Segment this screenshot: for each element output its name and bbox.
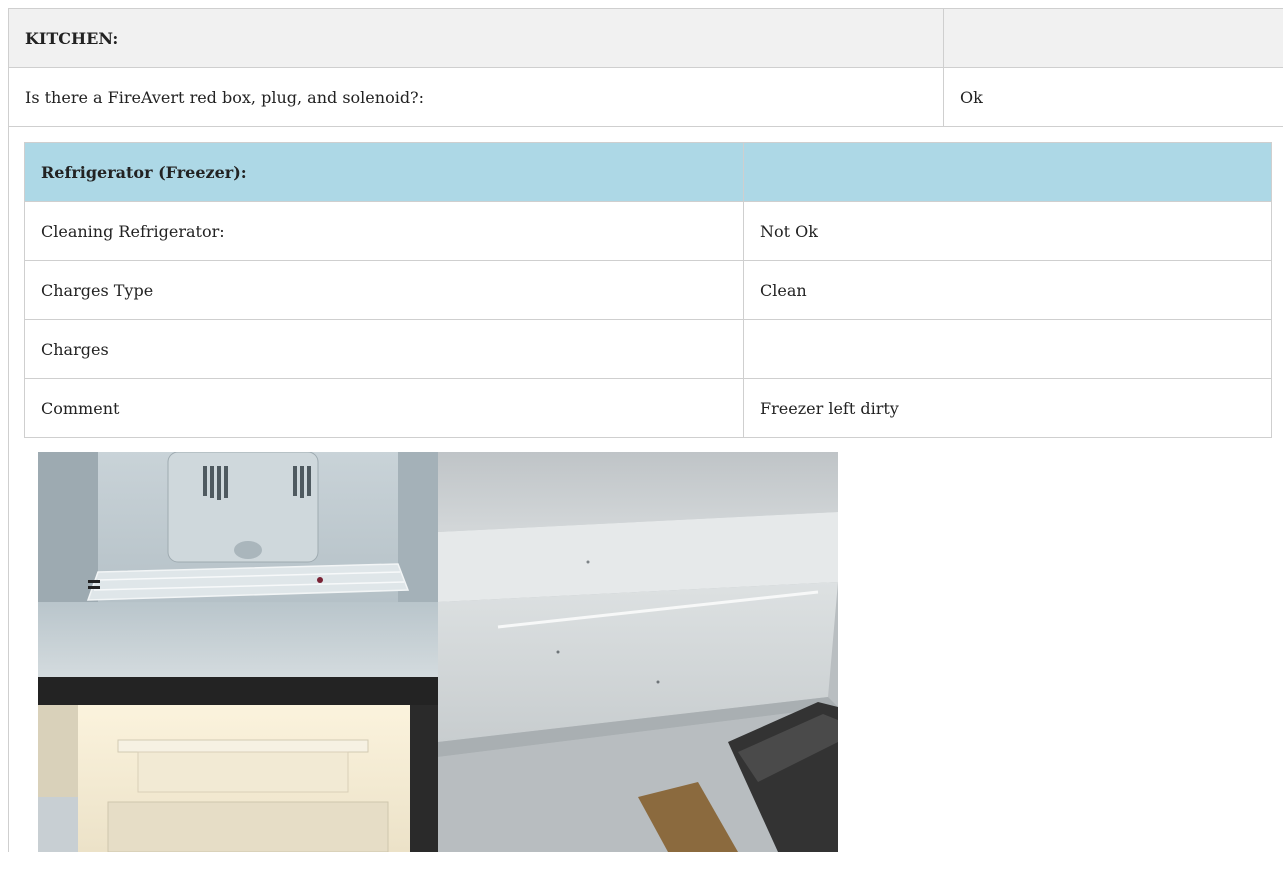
row-value: Clean	[743, 260, 1272, 320]
photo-gallery	[38, 452, 1270, 852]
row-label: Cleaning Refrigerator:	[24, 201, 744, 261]
kitchen-header-label: KITCHEN:	[8, 8, 944, 68]
row-value	[743, 319, 1272, 379]
row-value: Not Ok	[743, 201, 1272, 261]
refrigerator-header-value	[743, 142, 1272, 202]
row-value: Freezer left dirty	[743, 378, 1272, 438]
refrigerator-header-row: Refrigerator (Freezer):	[24, 142, 1272, 202]
table-row: Charges Type Clean	[24, 260, 1272, 320]
row-label: Charges	[24, 319, 744, 379]
kitchen-header-row: KITCHEN:	[8, 8, 1283, 68]
row-label: Charges Type	[24, 260, 744, 320]
table-row: Is there a FireAvert red box, plug, and …	[8, 67, 1283, 127]
refrigerator-section: Refrigerator (Freezer): Cleaning Refrige…	[8, 126, 1283, 852]
inspection-report: KITCHEN: Is there a FireAvert red box, p…	[0, 0, 1283, 874]
kitchen-table: KITCHEN: Is there a FireAvert red box, p…	[8, 8, 1283, 852]
table-row: Cleaning Refrigerator: Not Ok	[24, 201, 1272, 261]
row-value: Ok	[943, 67, 1283, 127]
refrigerator-header-label: Refrigerator (Freezer):	[24, 142, 744, 202]
table-row: Comment Freezer left dirty	[24, 378, 1272, 438]
nested-section-row: Refrigerator (Freezer): Cleaning Refrige…	[8, 126, 1283, 852]
row-label: Is there a FireAvert red box, plug, and …	[8, 67, 944, 127]
freezer-photo[interactable]	[38, 452, 438, 852]
kitchen-header-value	[943, 8, 1283, 68]
table-row: Charges	[24, 319, 1272, 379]
refrigerator-table: Refrigerator (Freezer): Cleaning Refrige…	[24, 142, 1272, 438]
freezer-door-shelf-photo[interactable]	[438, 452, 838, 852]
row-label: Comment	[24, 378, 744, 438]
